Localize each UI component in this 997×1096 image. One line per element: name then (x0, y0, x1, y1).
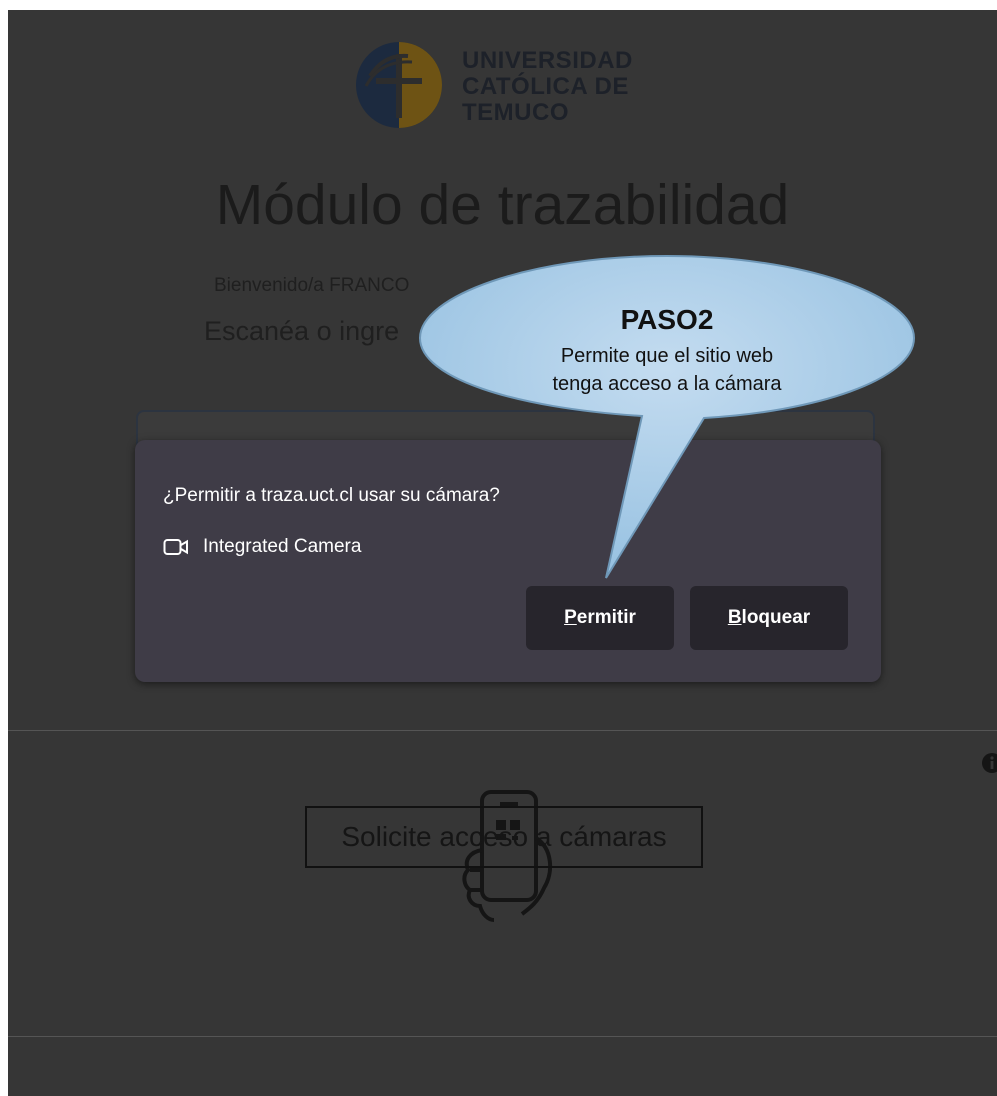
callout-line-2: tenga acceso a la cámara (552, 373, 782, 395)
page-title: Módulo de trazabilidad (215, 173, 790, 237)
video-camera-icon (163, 539, 188, 555)
logo-wordmark: UNIVERSIDAD CATÓLICA DE TEMUCO (462, 48, 633, 126)
welcome-text: Bienvenido/a FRANCO (214, 275, 410, 296)
request-camera-access-button[interactable]: Solicite acceso a cámaras (305, 806, 703, 868)
camera-device-row: Integrated Camera (163, 536, 361, 558)
callout-line-1: Permite que el sitio web (560, 345, 774, 367)
callout-title: PASO2 (620, 304, 714, 335)
logo-line-3: TEMUCO (462, 99, 569, 126)
university-logo: UNIVERSIDAD CATÓLICA DE TEMUCO (354, 40, 654, 140)
step-callout: PASO2 Permite que el sitio web tenga acc… (414, 252, 920, 579)
section-divider-bottom (8, 1036, 997, 1037)
page-overlay: UNIVERSIDAD CATÓLICA DE TEMUCO Módulo de… (8, 10, 997, 1096)
scan-instruction: Escanéa o ingre (204, 316, 400, 346)
camera-device-label: Integrated Camera (203, 536, 362, 557)
info-icon[interactable] (982, 753, 997, 773)
logo-line-2: CATÓLICA DE (462, 73, 629, 100)
callout-text: Permite que el sitio web tenga acceso a … (414, 342, 920, 398)
section-divider-top (8, 730, 997, 731)
logo-emblem-icon (356, 42, 442, 128)
logo-line-1: UNIVERSIDAD (462, 47, 633, 74)
